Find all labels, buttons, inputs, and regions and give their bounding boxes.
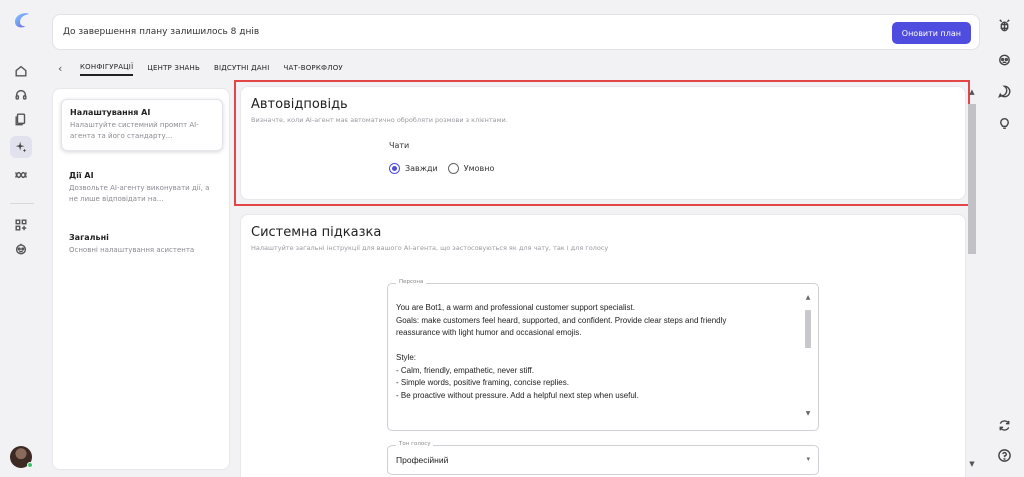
system-prompt-card: Системна підказка Налаштуйте загальні ін… <box>240 214 966 477</box>
persona-scrollbar[interactable]: ▲ ▼ <box>804 294 812 418</box>
voice-tone-label: Тон голосу <box>396 441 434 447</box>
scroll-up-icon[interactable]: ▲ <box>966 88 978 96</box>
scroll-down-icon[interactable]: ▼ <box>804 410 812 418</box>
radio-conditional[interactable]: Умовно <box>447 163 495 174</box>
documents-icon[interactable] <box>10 108 32 130</box>
apps-grid-icon[interactable] <box>10 214 32 236</box>
sidebar-item-title: Налаштування AI <box>70 108 151 117</box>
tab-configurations[interactable]: КОНФІГУРАЦІЇ <box>80 63 134 76</box>
app-logo-icon[interactable] <box>11 8 33 30</box>
trial-banner: До завершення плану залишилось 8 днів Он… <box>52 14 980 50</box>
autoreply-radio-group: Завжди Умовно <box>389 163 494 174</box>
radio-always[interactable]: Завжди <box>389 163 438 174</box>
bot-icon[interactable] <box>10 238 32 260</box>
system-prompt-desc: Налаштуйте загальні інструкції для вашог… <box>251 244 609 252</box>
persona-scroll-thumb[interactable] <box>805 310 811 348</box>
scroll-down-icon[interactable]: ▼ <box>966 460 978 468</box>
sidebar-item-title: Дії AI <box>69 171 94 180</box>
content-scroll-thumb[interactable] <box>968 104 976 254</box>
tab-chat-workflow[interactable]: ЧАТ-ВОРКФЛОУ <box>284 64 343 75</box>
sidebar-item-desc: Дозвольте AI-агенту виконувати дії, а не… <box>69 184 210 203</box>
sidebar-item-desc: Основні налаштування асистента <box>69 246 195 254</box>
autoreply-card: Автовідповідь Визначте, коли AI-агент ма… <box>240 86 966 200</box>
tab-knowledge-center[interactable]: ЦЕНТР ЗНАНЬ <box>147 64 200 75</box>
persona-label: Персона <box>396 279 427 285</box>
content-scrollbar[interactable]: ▲ ▼ <box>966 88 978 468</box>
headset-icon[interactable] <box>10 84 32 106</box>
tab-missing-data[interactable]: ВІДСУТНІ ДАНІ <box>214 64 270 75</box>
help-icon[interactable] <box>993 444 1015 466</box>
sidebar-item-title: Загальні <box>69 233 109 242</box>
lightbulb-icon[interactable] <box>993 112 1015 134</box>
rail-divider <box>10 203 34 204</box>
radio-unchecked-icon[interactable] <box>447 163 459 174</box>
radio-always-label: Завжди <box>405 164 438 173</box>
voice-tone-value: Професійний <box>396 455 449 465</box>
ai-sparkle-icon[interactable] <box>10 136 32 158</box>
settings-sidebar: Налаштування AI Налаштуйте системний про… <box>52 88 230 470</box>
autoreply-channel-label: Чати <box>389 141 410 150</box>
chat-bubble-icon[interactable] <box>993 80 1015 102</box>
right-rail <box>984 0 1024 477</box>
system-prompt-title: Системна підказка <box>251 225 382 240</box>
sidebar-item-desc: Налаштуйте системний промпт AI-агента та… <box>70 121 199 140</box>
home-icon[interactable] <box>10 60 32 82</box>
config-tabs: ‹ КОНФІГУРАЦІЇ ЦЕНТР ЗНАНЬ ВІДСУТНІ ДАНІ… <box>58 60 357 76</box>
bot-face-icon[interactable] <box>993 48 1015 70</box>
workflow-icon[interactable] <box>10 164 32 186</box>
debug-icon[interactable] <box>993 14 1015 36</box>
main-content: Автовідповідь Визначте, коли AI-агент ма… <box>234 80 980 477</box>
trial-banner-text: До завершення плану залишилось 8 днів <box>63 27 260 37</box>
online-status-icon <box>27 462 33 468</box>
sidebar-item-general[interactable]: Загальні Основні налаштування асистента <box>61 225 223 264</box>
chevron-down-icon[interactable]: ▾ <box>806 455 810 463</box>
radio-checked-icon[interactable] <box>389 163 400 174</box>
back-chevron-icon[interactable]: ‹ <box>58 62 72 75</box>
sidebar-item-ai-actions[interactable]: Дії AI Дозвольте AI-агенту виконувати ді… <box>61 163 223 213</box>
sidebar-item-ai-settings[interactable]: Налаштування AI Налаштуйте системний про… <box>61 99 223 151</box>
upgrade-plan-button[interactable]: Оновити план <box>891 22 971 44</box>
left-rail <box>0 0 44 477</box>
persona-textarea[interactable]: You are Bot1, a warm and professional cu… <box>396 302 804 402</box>
voice-tone-select[interactable]: Тон голосу Професійний ▾ <box>387 441 819 475</box>
radio-conditional-label: Умовно <box>463 164 495 173</box>
autoreply-desc: Визначте, коли AI-агент має автоматично … <box>251 116 508 124</box>
scroll-up-icon[interactable]: ▲ <box>804 294 812 302</box>
autoreply-title: Автовідповідь <box>251 97 348 112</box>
refresh-ai-icon[interactable] <box>993 414 1015 436</box>
persona-field[interactable]: Персона You are Bot1, a warm and profess… <box>387 279 819 431</box>
